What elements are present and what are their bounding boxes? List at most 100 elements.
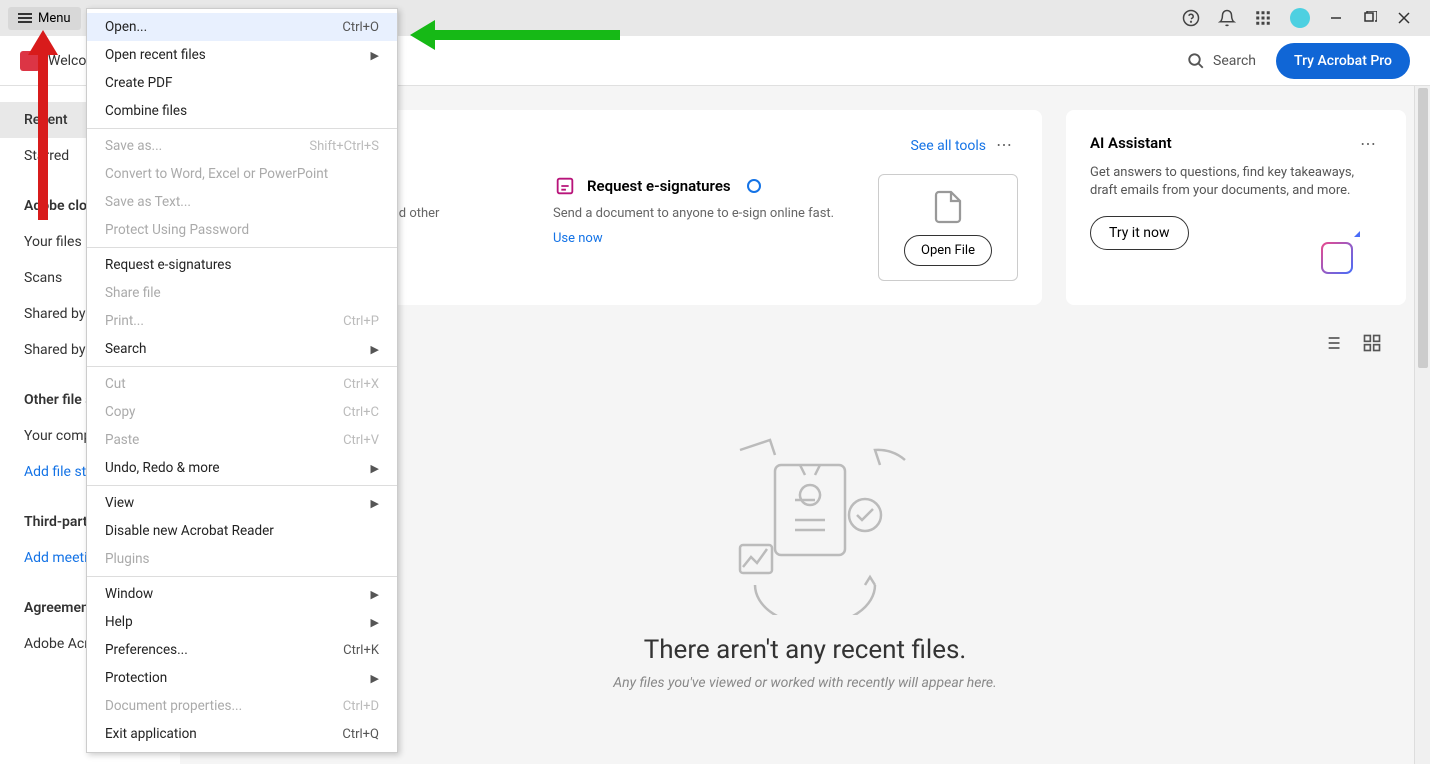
open-file-box: Open File [878,174,1018,281]
tool2-desc: Send a document to anyone to e-sign onli… [553,206,838,221]
menu-item[interactable]: Exit application Ctrl+Q [87,720,397,748]
menu-separator [87,576,397,577]
menu-item-label: Request e-signatures [105,257,231,273]
search-box[interactable]: Search [1187,52,1256,70]
ai-graphic-icon [1312,229,1366,287]
bell-icon[interactable] [1218,9,1236,27]
annotation-arrow-right [410,20,620,54]
menu-item-label: Plugins [105,551,150,567]
search-label: Search [1213,53,1256,69]
menu-item[interactable]: Open...Ctrl+O [87,13,397,41]
menu-item-label: Document properties... [105,698,242,714]
menu-item-label: Open... [105,19,147,35]
menu-dropdown: Open...Ctrl+O Open recent files ▶ Create PD… [86,8,398,753]
menu-item[interactable]: Undo, Redo & more ▶ [87,454,397,482]
menu-item-label: Paste [105,432,139,448]
search-icon [1187,52,1205,70]
menu-item-label: Exit application [105,726,197,742]
menu-item-label: Preferences... [105,642,188,658]
chevron-right-icon: ▶ [371,672,379,685]
menu-item[interactable]: Open recent files ▶ [87,41,397,69]
menu-item[interactable]: View▶ [87,489,397,517]
minimize-button[interactable] [1328,10,1344,26]
menu-item: Protect Using Password [87,216,397,244]
ai-more-icon[interactable]: ⋯ [1354,134,1382,164]
chevron-right-icon: ▶ [371,49,379,62]
chevron-right-icon: ▶ [371,343,379,356]
menu-item: Document properties... Ctrl+D [87,692,397,720]
menu-shortcut: Ctrl+K [343,643,379,658]
try-acrobat-button[interactable]: Try Acrobat Pro [1276,43,1410,79]
menu-separator [87,128,397,129]
close-button[interactable] [1396,10,1412,26]
menu-shortcut: Ctrl+D [343,699,379,714]
menu-shortcut: Ctrl+C [343,405,379,420]
menu-item[interactable]: Preferences... Ctrl+K [87,636,397,664]
menu-item-label: Print... [105,313,144,329]
menu-item-label: Save as... [105,138,162,154]
menu-item: Convert to Word, Excel or PowerPoint [87,160,397,188]
menu-item[interactable]: Combine files [87,97,397,125]
list-view-icon[interactable] [1322,333,1342,357]
menu-separator [87,366,397,367]
menu-item-label: Combine files [105,103,187,119]
menu-item: Plugins [87,545,397,573]
signature-icon [553,174,577,198]
menu-item-label: Undo, Redo & more [105,460,220,476]
open-file-button[interactable]: Open File [904,235,992,266]
badge-icon [747,179,761,193]
avatar[interactable] [1290,8,1310,28]
menu-item[interactable]: Disable new Acrobat Reader [87,517,397,545]
menu-shortcut: Ctrl+V [343,433,379,448]
tool2-title: Request e-signatures [587,177,731,195]
menu-item[interactable]: Request e-signatures [87,251,397,279]
menu-item: Print... Ctrl+P [87,307,397,335]
menu-shortcut: Shift+Ctrl+S [309,139,379,154]
ai-card: AI Assistant ⋯ Get answers to questions,… [1066,110,1406,305]
menu-button[interactable]: Menu [8,7,81,30]
menu-item-label: Copy [105,404,135,420]
menu-item: Copy Ctrl+C [87,398,397,426]
maximize-button[interactable] [1362,10,1378,26]
grid-view-icon[interactable] [1362,333,1382,357]
menu-item-label: Open recent files [105,47,206,63]
menu-item: Save as Text... [87,188,397,216]
menu-item: CutCtrl+X [87,370,397,398]
empty-graphic-icon [685,415,925,615]
menu-item[interactable]: Create PDF [87,69,397,97]
tool-request-signatures: Request e-signatures Send a document to … [553,174,838,246]
menu-item-label: Save as Text... [105,194,191,210]
menu-item-label: Cut [105,376,126,392]
apps-icon[interactable] [1254,9,1272,27]
try-it-now-button[interactable]: Try it now [1090,216,1189,250]
chevron-right-icon: ▶ [371,616,379,629]
hamburger-icon [18,13,32,23]
annotation-arrow-up [28,30,58,234]
menu-shortcut: Ctrl+P [343,314,379,329]
scrollbar[interactable] [1414,86,1430,764]
menu-item[interactable]: Help ▶ [87,608,397,636]
menu-item[interactable]: Window▶ [87,580,397,608]
menu-item: Save as... Shift+Ctrl+S [87,132,397,160]
menu-item-label: Help [105,614,133,630]
ai-desc: Get answers to questions, find key takea… [1090,164,1382,200]
menu-item-label: Share file [105,285,161,301]
chevron-right-icon: ▶ [371,497,379,510]
menu-separator [87,485,397,486]
menu-item-label: Disable new Acrobat Reader [105,523,274,539]
menu-item: Share file [87,279,397,307]
menu-item: Paste Ctrl+V [87,426,397,454]
see-all-tools-link[interactable]: See all tools [910,138,986,154]
scroll-thumb[interactable] [1418,88,1428,368]
menu-shortcut: Ctrl+Q [342,727,379,742]
chevron-right-icon: ▶ [371,462,379,475]
menu-item-label: Protect Using Password [105,222,249,238]
chevron-right-icon: ▶ [371,588,379,601]
menu-item[interactable]: Search▶ [87,335,397,363]
use-now-link[interactable]: Use now [553,231,838,246]
more-icon[interactable]: ⋯ [990,135,1018,154]
menu-item-label: Convert to Word, Excel or PowerPoint [105,166,328,182]
help-icon[interactable] [1182,9,1200,27]
file-icon [930,189,966,225]
menu-item[interactable]: Protection▶ [87,664,397,692]
